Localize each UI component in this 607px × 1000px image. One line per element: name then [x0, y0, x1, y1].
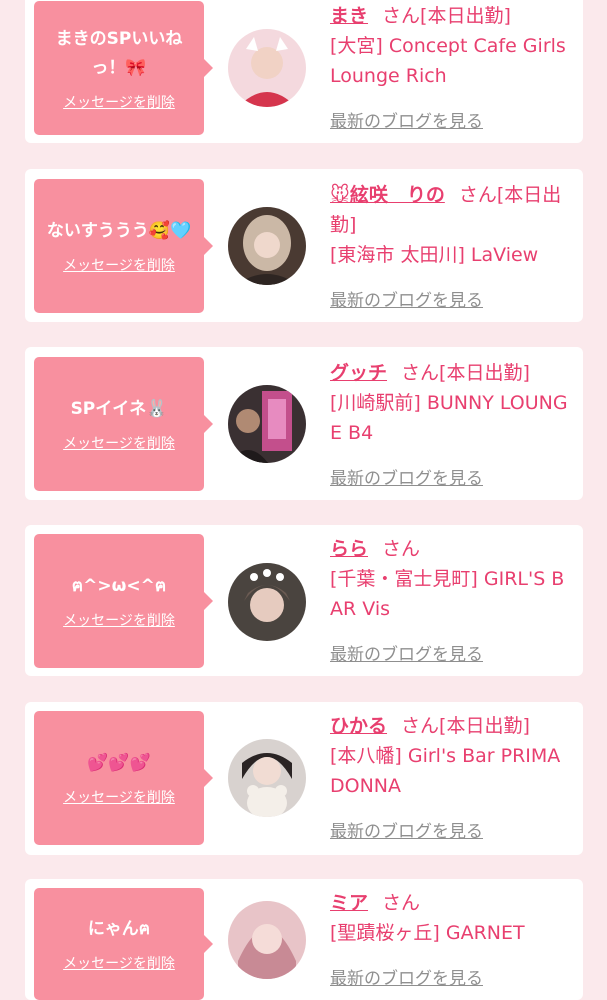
cast-info: らら さん [千葉・富士見町] GIRL'S BAR Vis — [330, 534, 570, 624]
avatar[interactable] — [228, 563, 306, 641]
message-bubble: にゃんฅ メッセージを削除 — [34, 888, 213, 1000]
message-card: 💕💕💕 メッセージを削除 ひかる さん[本日出勤] [本八幡] Girl's Ba… — [25, 702, 583, 855]
cast-name-link[interactable]: 🐭絃咲 りの — [330, 184, 445, 206]
message-card: SPイイネ🐰 メッセージを削除 グッチ さん[本日出勤] [川崎駅前] BUNNY… — [25, 347, 583, 500]
delete-message-link[interactable]: メッセージを削除 — [63, 433, 175, 453]
message-card: にゃんฅ メッセージを削除 ミア さん [聖蹟桜ヶ丘] GARNET 最新のブログ… — [25, 879, 583, 1000]
shop-name: [川崎駅前] BUNNY LOUNGE B4 — [330, 392, 568, 444]
message-text: まきのSPいいねっ！🎀 — [55, 28, 183, 78]
delete-message-link[interactable]: メッセージを削除 — [63, 255, 175, 275]
honorific: さん — [401, 715, 440, 737]
message-card: ないすううう🥰🩵 メッセージを削除 🐭絃咲 りの さん[本日出勤] [東海市 太田… — [25, 169, 583, 322]
blog-link[interactable]: 最新のブログを見る — [330, 286, 483, 311]
message-card: ฅ^>ω<^ฅ メッセージを削除 らら さん [千葉・富士見町] GIRL'S B… — [25, 525, 583, 676]
delete-message-link[interactable]: メッセージを削除 — [63, 787, 175, 807]
cast-name-link[interactable]: まき — [330, 5, 368, 27]
avatar[interactable] — [228, 207, 306, 285]
cast-info: グッチ さん[本日出勤] [川崎駅前] BUNNY LOUNGE B4 — [330, 358, 570, 448]
attendance-status: [本日出勤] — [420, 5, 511, 27]
attendance-status: [本日出勤] — [439, 362, 530, 384]
message-bubble: ฅ^>ω<^ฅ メッセージを削除 — [34, 534, 213, 668]
shop-name: [千葉・富士見町] GIRL'S BAR Vis — [330, 568, 565, 620]
delete-message-link[interactable]: メッセージを削除 — [63, 953, 175, 973]
cast-info: ミア さん [聖蹟桜ヶ丘] GARNET — [330, 888, 570, 948]
cast-info: ひかる さん[本日出勤] [本八幡] Girl's Bar PRIMADONNA — [330, 711, 570, 801]
honorific: さん — [458, 184, 497, 206]
message-bubble: まきのSPいいねっ！🎀 メッセージを削除 — [34, 1, 213, 135]
delete-message-link[interactable]: メッセージを削除 — [63, 610, 175, 630]
blog-link[interactable]: 最新のブログを見る — [330, 964, 483, 989]
cast-info: 🐭絃咲 りの さん[本日出勤] [東海市 太田川] LaView — [330, 180, 570, 270]
blog-link[interactable]: 最新のブログを見る — [330, 640, 483, 665]
message-bubble: 💕💕💕 メッセージを削除 — [34, 711, 213, 845]
blog-link[interactable]: 最新のブログを見る — [330, 817, 483, 842]
message-text: にゃんฅ — [87, 919, 151, 939]
honorific: さん — [382, 538, 421, 560]
attendance-status: [本日出勤] — [439, 715, 530, 737]
message-text: ないすううう🥰🩵 — [46, 221, 192, 241]
shop-name: [聖蹟桜ヶ丘] GARNET — [330, 922, 525, 944]
avatar[interactable] — [228, 739, 306, 817]
blog-link[interactable]: 最新のブログを見る — [330, 107, 483, 132]
avatar[interactable] — [228, 901, 306, 979]
shop-name: [本八幡] Girl's Bar PRIMADONNA — [330, 745, 561, 797]
cast-name-link[interactable]: らら — [330, 538, 368, 560]
message-bubble: ないすううう🥰🩵 メッセージを削除 — [34, 179, 213, 313]
blog-link[interactable]: 最新のブログを見る — [330, 464, 483, 489]
message-list: まきのSPいいねっ！🎀 メッセージを削除 まき さん[本日出勤] [大宮] Con… — [0, 0, 607, 1000]
avatar[interactable] — [228, 385, 306, 463]
honorific: さん — [382, 892, 421, 914]
message-card: まきのSPいいねっ！🎀 メッセージを削除 まき さん[本日出勤] [大宮] Con… — [25, 0, 583, 143]
message-bubble: SPイイネ🐰 メッセージを削除 — [34, 357, 213, 491]
cast-name-link[interactable]: ミア — [330, 892, 368, 914]
shop-name: [東海市 太田川] LaView — [330, 244, 539, 266]
message-text: SPイイネ🐰 — [70, 399, 168, 419]
delete-message-link[interactable]: メッセージを削除 — [63, 92, 175, 112]
honorific: さん — [382, 5, 421, 27]
honorific: さん — [401, 362, 440, 384]
message-text: ฅ^>ω<^ฅ — [71, 576, 167, 596]
message-text: 💕💕💕 — [87, 753, 151, 773]
cast-name-link[interactable]: ひかる — [330, 715, 387, 737]
cast-name-link[interactable]: グッチ — [330, 362, 387, 384]
cast-info: まき さん[本日出勤] [大宮] Concept Cafe Girls Loung… — [330, 1, 570, 91]
avatar[interactable] — [228, 29, 306, 107]
shop-name: [大宮] Concept Cafe Girls Lounge Rich — [330, 35, 566, 87]
